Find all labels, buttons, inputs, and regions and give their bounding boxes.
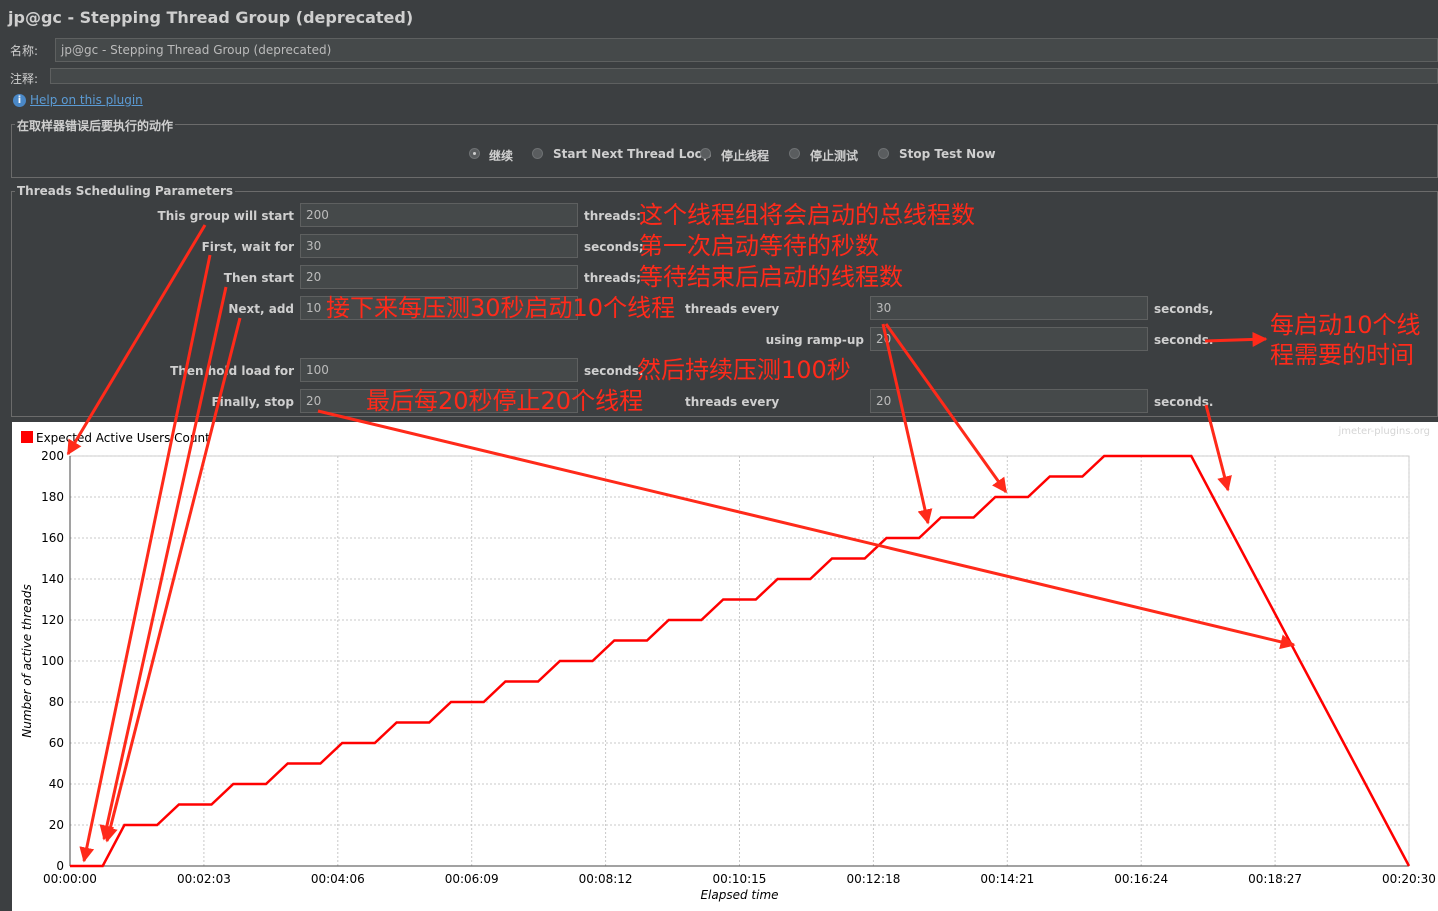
y-tick-label: 120 (41, 613, 64, 627)
x-tick-label: 00:08:12 (579, 872, 633, 886)
x-tick-label: 00:16:24 (1114, 872, 1168, 886)
annotation-total-threads: 这个线程组将会启动的总线程数 (639, 201, 975, 229)
chart-watermark: jmeter-plugins.org (1337, 426, 1430, 437)
x-tick-label: 00:18:27 (1248, 872, 1302, 886)
y-tick-label: 80 (49, 695, 64, 709)
annotation-then-start: 等待结束后启动的线程数 (639, 263, 903, 291)
annotation-ramp-up-1: 每启动10个线 (1270, 311, 1421, 339)
y-tick-label: 200 (41, 449, 64, 463)
y-tick-label: 180 (41, 490, 64, 504)
y-tick-label: 0 (56, 859, 64, 873)
y-tick-label: 40 (49, 777, 64, 791)
annotation-arrow (66, 224, 207, 456)
y-tick-label: 160 (41, 531, 64, 545)
y-tick-label: 20 (49, 818, 64, 832)
annotation-ramp-up-2: 程需要的时间 (1270, 341, 1414, 369)
annotation-next-add: 接下来每压测30秒启动10个线程 (326, 294, 676, 322)
y-tick-label: 60 (49, 736, 64, 750)
legend-label: Expected Active Users Count (36, 431, 210, 445)
x-tick-label: 00:12:18 (846, 872, 900, 886)
x-tick-label: 00:10:15 (713, 872, 767, 886)
x-tick-label: 00:14:21 (980, 872, 1034, 886)
y-axis-label: Number of active threads (20, 584, 34, 738)
x-tick-label: 00:20:30 (1382, 872, 1436, 886)
annotation-stop: 最后每20秒停止20个线程 (366, 387, 644, 415)
annotation-first-wait: 第一次启动等待的秒数 (639, 232, 879, 260)
annotation-hold: 然后持续压测100秒 (637, 356, 851, 384)
x-axis-label: Elapsed time (700, 888, 778, 902)
x-tick-label: 00:04:06 (311, 872, 365, 886)
legend-swatch (21, 431, 33, 443)
x-tick-label: 00:02:03 (177, 872, 231, 886)
y-tick-label: 140 (41, 572, 64, 586)
x-tick-label: 00:00:00 (43, 872, 97, 886)
y-tick-label: 100 (41, 654, 64, 668)
annotation-arrow (1204, 331, 1268, 347)
chart-svg: 0 20 40 60 80 100 120 140 160 180 200 00:00:00 00:02… (20, 224, 1436, 902)
x-tick-label: 00:06:09 (445, 872, 499, 886)
